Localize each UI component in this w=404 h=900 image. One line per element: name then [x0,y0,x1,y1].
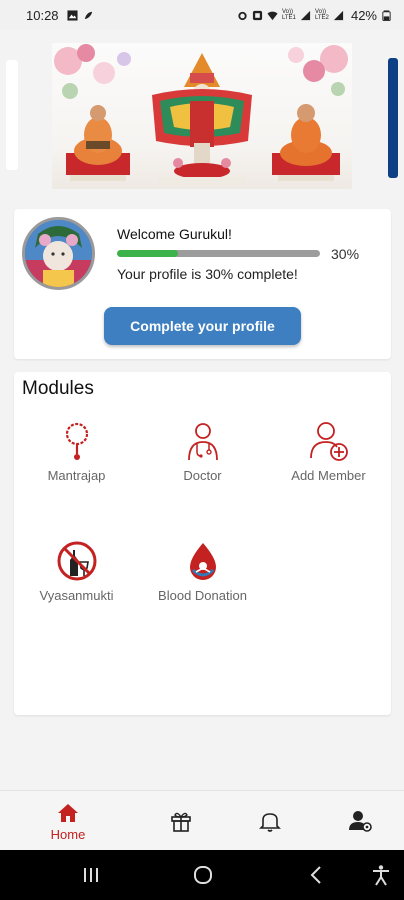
nav-gifts[interactable] [151,791,211,851]
banner-carousel[interactable] [0,36,404,189]
module-label: Mantrajap [47,468,106,483]
android-nav-bar [0,850,404,900]
complete-profile-button[interactable]: Complete your profile [104,307,301,345]
status-time: 10:28 [26,7,59,23]
profile-progress-percent: 30% [331,246,360,262]
modules-title: Modules [22,378,94,399]
module-label: Doctor [183,468,222,483]
status-bar: 10:28 Vo)) LTE1 Vo)) LTE2 42% [0,0,404,30]
network-2-label: Vo)) LTE2 [314,9,329,21]
module-label: Add Member [291,468,366,483]
banner-next-slide[interactable] [388,58,398,178]
bottom-nav: Home [0,790,404,850]
nav-profile[interactable] [330,791,390,851]
no-alcohol-icon [57,541,96,581]
alarm-icon [238,11,247,20]
accessibility-icon[interactable] [370,864,392,886]
mala-beads-icon [65,422,88,460]
welcome-text: Welcome Gurukul! [117,226,232,242]
blood-drop-icon [189,543,216,580]
banner-prev-slide[interactable] [6,60,18,170]
nav-home-label: Home [50,826,86,842]
home-button-icon[interactable] [192,864,214,886]
add-user-icon [309,422,348,461]
module-blood-donation[interactable]: Blood Donation [140,540,265,603]
profile-progress-bar [117,250,320,257]
avatar-image [25,220,92,287]
recents-icon[interactable] [80,864,102,886]
gallery-icon [67,9,78,21]
module-mantrajap[interactable]: Mantrajap [14,420,139,483]
module-doctor[interactable]: Doctor [140,420,265,483]
module-vyasanmukti[interactable]: Vyasanmukti [14,540,139,603]
battery-icon [382,9,391,21]
banner-image[interactable] [52,43,352,189]
nfc-icon [252,10,263,20]
back-icon[interactable] [306,864,328,886]
profile-status-text: Your profile is 30% complete! [117,266,298,282]
bell-icon [259,813,281,832]
notification-icons [67,9,94,21]
gift-icon [171,812,191,832]
wifi-icon [267,11,278,20]
status-right: Vo)) LTE1 Vo)) LTE2 42% [237,8,392,23]
module-label: Blood Donation [158,588,247,603]
profile-progress-fill [117,250,178,257]
modules-card: Modules Mantrajap Doctor Add Member Vyas… [14,372,391,715]
signal-1-icon [300,10,311,20]
network-1-label: Vo)) LTE1 [281,9,296,21]
home-icon [58,803,78,822]
avatar[interactable] [22,217,95,290]
nav-home[interactable]: Home [38,791,98,851]
signal-2-icon [333,10,344,20]
module-add-member[interactable]: Add Member [266,420,391,483]
app-notification-icon [84,11,92,19]
module-label: Vyasanmukti [39,588,114,603]
nav-notifications[interactable] [240,791,300,851]
profile-card: Welcome Gurukul! 30% Your profile is 30%… [14,209,391,359]
battery-percent: 42% [350,7,377,23]
doctor-icon [187,423,218,461]
profile-settings-icon [349,811,372,832]
banner-artwork [54,44,348,185]
